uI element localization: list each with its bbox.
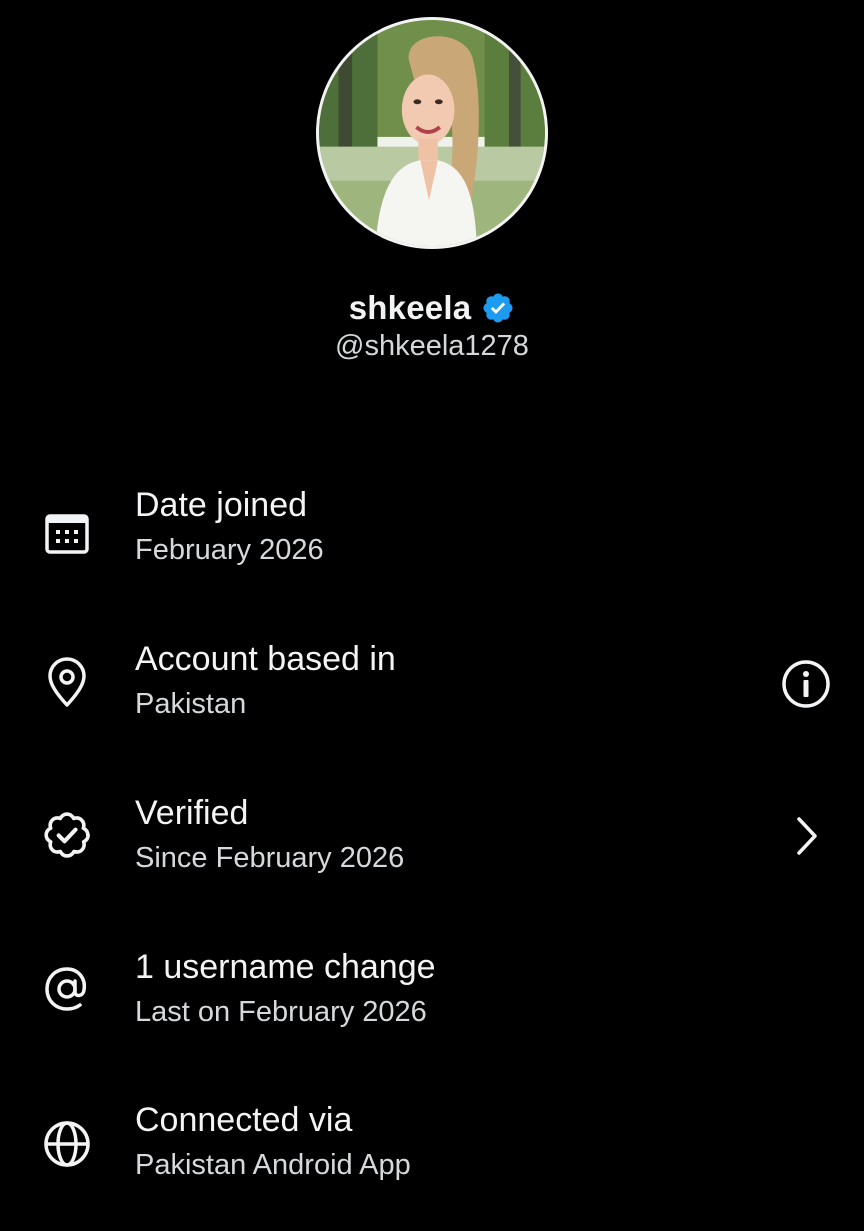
chevron-right-icon[interactable] <box>778 808 834 864</box>
verified-badge-outline-icon <box>40 808 94 862</box>
handle: @shkeela1278 <box>335 330 529 362</box>
account-based-in-title: Account based in <box>135 640 396 678</box>
about-row-username-change: 1 username change Last on February 2026 <box>0 948 864 1078</box>
verified-since-value: Since February 2026 <box>135 842 405 874</box>
verified-badge-icon[interactable] <box>481 291 515 325</box>
username-change-value: Last on February 2026 <box>135 996 427 1028</box>
display-name: shkeela <box>348 289 472 326</box>
date-joined-value: February 2026 <box>135 534 324 566</box>
location-pin-icon <box>40 656 94 710</box>
about-row-verified[interactable]: Verified Since February 2026 <box>0 794 864 924</box>
verified-title: Verified <box>135 794 249 832</box>
connected-via-value: Pakistan Android App <box>135 1149 411 1181</box>
username-change-title: 1 username change <box>135 948 436 986</box>
calendar-icon <box>40 506 94 560</box>
about-row-account-based-in: Account based in Pakistan <box>0 640 864 770</box>
profile-name-row: shkeela <box>0 284 864 332</box>
info-icon[interactable] <box>778 656 834 712</box>
globe-icon <box>40 1117 94 1171</box>
date-joined-title: Date joined <box>135 486 308 524</box>
avatar[interactable] <box>316 17 548 249</box>
at-sign-icon <box>40 962 94 1016</box>
about-row-date-joined: Date joined February 2026 <box>0 486 864 616</box>
about-row-connected-via: Connected via Pakistan Android App <box>0 1101 864 1231</box>
connected-via-title: Connected via <box>135 1101 353 1139</box>
account-based-in-value: Pakistan <box>135 688 247 720</box>
